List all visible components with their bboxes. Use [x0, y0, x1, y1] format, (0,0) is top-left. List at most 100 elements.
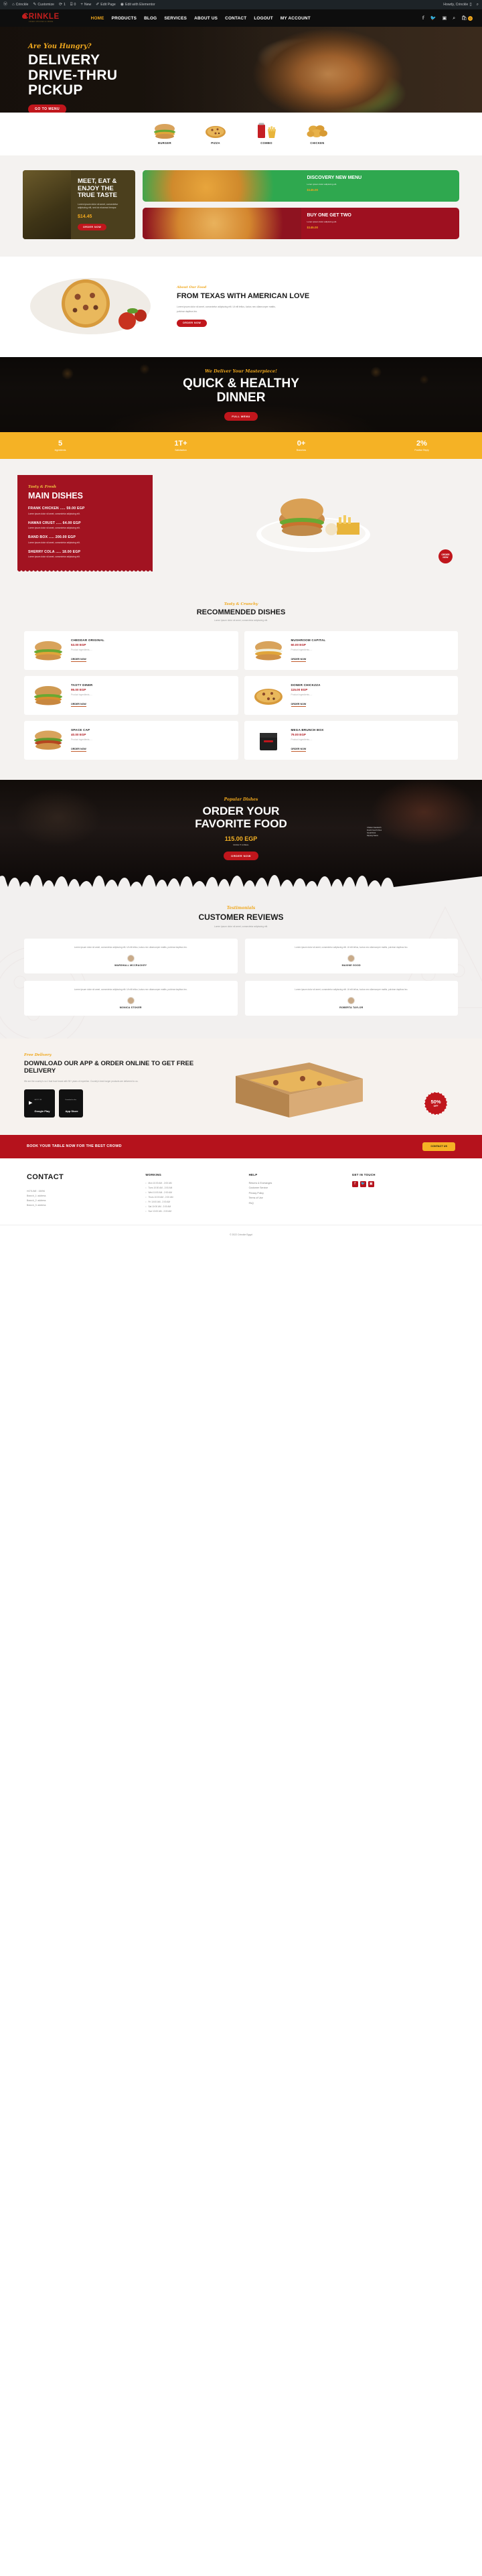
nav-item-my-account[interactable]: MY ACCOUNT: [280, 16, 311, 21]
product-card[interactable]: MEGA BRUNCH BOX 79.00 EGP Product ingred…: [244, 721, 458, 760]
cart-icon[interactable]: 🛍 0: [461, 15, 473, 21]
pencil-icon: ✐: [96, 3, 100, 7]
nav-item-blog[interactable]: BLOG: [144, 16, 157, 21]
admin-bar-search[interactable]: ⌕: [477, 3, 479, 7]
category-label: COMBO: [260, 141, 272, 145]
promo-card-buy-one-get-two[interactable]: BUY ONE GET TWO Lorem ipsum dolor adipis…: [143, 208, 459, 239]
menu-item-name: BAND BOX ..... 200.00 EGP: [28, 535, 76, 539]
go-to-menu-button[interactable]: GO TO MENU: [28, 105, 67, 113]
stat-label: Branches: [296, 449, 307, 452]
about-order-button[interactable]: ORDER NOW: [177, 319, 208, 327]
order-now-link[interactable]: ORDER NOW: [291, 703, 307, 707]
admin-bar-site[interactable]: ⌂ Crinckle: [12, 3, 28, 7]
working-hours-item: Thurs 10:00 AM - 2:00 AM: [145, 1195, 248, 1200]
working-hours-item: Wed 10:00 AM - 2:00 AM: [145, 1191, 248, 1195]
full-menu-button[interactable]: FULL MENU: [224, 411, 258, 421]
testimonial-quote: Lorem ipsum dolor sit amet, consectetur …: [74, 946, 187, 949]
admin-bar-edit-page[interactable]: ✐ Edit Page: [96, 3, 116, 7]
elementor-icon: ◉: [120, 3, 125, 7]
promo-main-card[interactable]: MEET, EAT & ENJOY THE TRUE TASTE Lorem i…: [23, 170, 135, 239]
menu-item[interactable]: FRANK CHICKEN ..... 59.00 EGP Lorem ipsu…: [28, 506, 142, 515]
footer-link-terms-of-use[interactable]: Terms of Use: [249, 1196, 352, 1201]
customize-icon: ✎: [33, 3, 37, 7]
testimonial-quote: Lorem ipsum dolor sit amet, consectetur …: [74, 988, 187, 991]
nav-item-products[interactable]: PRODUCTS: [112, 16, 137, 21]
primary-nav[interactable]: HOME PRODUCTS BLOG SERVICES ABOUT US CON…: [91, 16, 311, 21]
footer-link-returns[interactable]: Returns & Exchanges: [249, 1181, 352, 1187]
stat-value: 0+: [297, 439, 306, 448]
app-desc: We are the country's no.1 fast food bran…: [24, 1079, 139, 1083]
order-now-link[interactable]: ORDER NOW: [71, 703, 86, 707]
order-now-link[interactable]: ORDER NOW: [71, 748, 86, 752]
menu-item-desc: Lorem ipsum dolor sit amet, consectetur …: [28, 555, 80, 558]
working-hours-text: Tues 10:00 AM - 2:00 AM: [148, 1186, 173, 1189]
product-card[interactable]: MUSHROOM CAPITAL 60.00 EGP Product ingre…: [244, 631, 458, 670]
admin-bar-comments-count: 0: [74, 3, 76, 7]
nav-item-home[interactable]: HOME: [91, 16, 104, 21]
product-ingredients: Product ingredients.....: [71, 693, 92, 696]
instagram-icon[interactable]: ▣: [368, 1180, 374, 1187]
google-play-button[interactable]: ▶ GET IT ON Google Play: [24, 1089, 55, 1117]
admin-bar-new[interactable]: + New: [80, 3, 91, 7]
product-card[interactable]: TASTY DINER 95.00 EGP Product ingredient…: [24, 676, 238, 715]
twitter-icon[interactable]: 🐦: [430, 16, 436, 21]
product-card[interactable]: DONER CHICKZZA 115.00 EGP Product ingred…: [244, 676, 458, 715]
delivery-banner: We Deliver Your Masterpiece! QUICK & HEA…: [0, 357, 482, 432]
promo-card-discovery[interactable]: DISCOVERY NEW MENU Lorem ipsum dolor adi…: [143, 170, 459, 202]
footer-link-faq[interactable]: FAQ: [249, 1201, 352, 1207]
category-burger[interactable]: BURGER: [149, 122, 180, 145]
nav-item-services[interactable]: SERVICES: [164, 16, 187, 21]
promo-main-order-button[interactable]: ORDER NOW: [78, 223, 107, 230]
product-name: MEGA BRUNCH BOX: [291, 728, 324, 732]
order-now-link[interactable]: ORDER NOW: [291, 748, 307, 752]
twitter-icon[interactable]: 🐦: [359, 1180, 366, 1187]
admin-bar-customize[interactable]: ✎ Customize: [33, 3, 54, 7]
admin-bar-howdy[interactable]: Howdy, Crinckle ▯: [443, 3, 471, 7]
hero-title-line-2: DRIVE-THRU: [28, 67, 118, 83]
facebook-icon[interactable]: 𝕗: [351, 1180, 358, 1187]
menu-item[interactable]: SHERRY COLA ..... 18.00 EGP Lorem ipsum …: [28, 550, 142, 559]
main-dishes-eyebrow: Tasty & Fresh: [28, 485, 57, 489]
admin-bar-elementor[interactable]: ◉ Edit with Elementor: [120, 3, 155, 7]
menu-item[interactable]: HAWAII CRUST ..... 64.00 EGP Lorem ipsum…: [28, 521, 142, 530]
product-ingredients: Product ingredients.....: [71, 738, 92, 741]
stat-value: 1T+: [174, 439, 187, 448]
site-logo[interactable]: CRINKLE FRIED CHICKEN & MORE: [22, 13, 60, 23]
product-card[interactable]: CHEDDAR ORIGINAL 53.00 EGP Product ingre…: [24, 631, 238, 670]
category-pizza[interactable]: PIZZA: [200, 122, 231, 145]
menu-item[interactable]: BAND BOX ..... 200.00 EGP Lorem ipsum do…: [28, 535, 142, 544]
store-big-label: Google Play: [34, 1109, 50, 1113]
contact-us-button[interactable]: CONTACT US: [422, 1142, 455, 1151]
category-combo[interactable]: COMBO: [251, 122, 282, 145]
logo-tagline: FRIED CHICKEN & MORE: [28, 20, 54, 23]
discount-label: OFF: [433, 1104, 438, 1107]
instagram-icon[interactable]: ▣: [443, 16, 447, 21]
footer-working-column: WORKING Mon 10:00 AM - 2:00 AM Tues 10:0…: [145, 1173, 248, 1214]
order-now-link[interactable]: ORDER NOW: [291, 658, 307, 662]
nav-item-about-us[interactable]: ABOUT US: [194, 16, 218, 21]
promo-card-image: [143, 170, 301, 202]
admin-bar-updates[interactable]: ⟳ 1: [59, 3, 66, 7]
facebook-icon[interactable]: 𝕗: [422, 16, 424, 21]
working-hours-text: Sat 10:00 AM - 2:00 AM: [148, 1205, 171, 1209]
product-card[interactable]: SPACE CAP 40.00 EGP Product ingredients.…: [24, 721, 238, 760]
search-icon[interactable]: ⌕: [453, 16, 455, 21]
category-chicken[interactable]: CHICKEN: [302, 122, 333, 145]
footer-link-customer-service[interactable]: Customer Service: [249, 1186, 352, 1191]
chicken-icon: [302, 122, 333, 139]
footer-link-privacy-policy[interactable]: Privacy Policy: [249, 1191, 352, 1197]
wordpress-admin-bar[interactable]: ⓦ ⌂ Crinckle ✎ Customize ⟳ 1 ⌸ 0 + New ✐ Edit …: [0, 0, 482, 9]
admin-bar-wordpress[interactable]: ⓦ: [3, 3, 7, 7]
order-now-link[interactable]: ORDER NOW: [71, 658, 86, 662]
avatar: [347, 954, 355, 962]
nav-item-contact[interactable]: CONTACT: [225, 16, 246, 21]
promo-main-desc: Lorem ipsum dolor sit amet, consectetur …: [78, 202, 118, 210]
footer-social-icons: 𝕗 🐦 ▣: [351, 1180, 455, 1187]
order-now-button[interactable]: ORDER NOW: [224, 852, 258, 861]
order-now-badge[interactable]: ORDER NOW: [438, 549, 453, 563]
admin-bar-comments[interactable]: ⌸ 0: [70, 3, 76, 7]
product-name: TASTY DINER: [71, 683, 93, 687]
app-store-button[interactable]: Download on the App Store: [58, 1089, 83, 1117]
stat-label: Ingredients: [54, 449, 66, 452]
nav-item-logout[interactable]: LOGOUT: [254, 16, 273, 21]
